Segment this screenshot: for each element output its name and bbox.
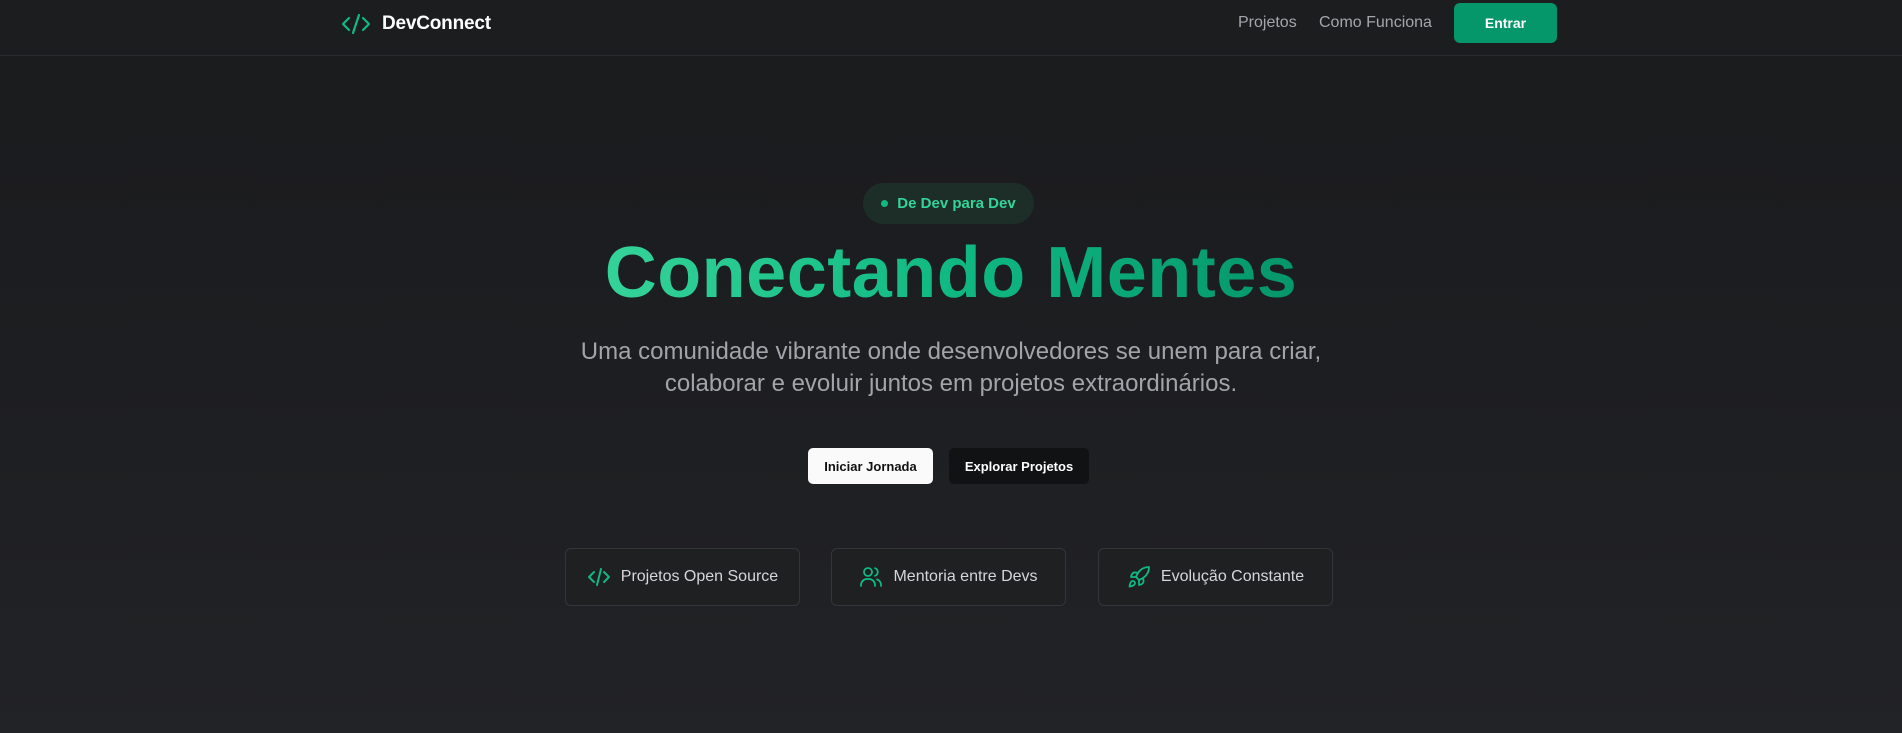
hero-subtitle-line-2: colaborar e evoluir juntos em projetos e… — [664, 370, 1238, 397]
start-journey-button[interactable]: Iniciar Jornada — [808, 448, 933, 484]
logo[interactable]: DevConnect — [340, 10, 491, 38]
status-dot-icon — [881, 200, 889, 207]
hero-subtitle: Uma comunidade vibrante onde desenvolved… — [551, 336, 1351, 400]
users-icon — [860, 567, 883, 587]
hero-title: Conectando Mentes — [0, 228, 1902, 318]
feature-card-evolucao: Evolução Constante — [1098, 548, 1333, 606]
rocket-icon — [1128, 566, 1150, 588]
hero-title-text: Conectando Mentes — [604, 233, 1298, 313]
hero-subtitle-line-1: Uma comunidade vibrante onde desenvolved… — [580, 338, 1322, 365]
feature-card-open-source: Projetos Open Source — [565, 548, 800, 606]
login-button[interactable]: Entrar — [1454, 3, 1557, 43]
code-icon — [341, 13, 371, 35]
badge-label: De Dev para Dev — [897, 195, 1016, 212]
hero-badge: De Dev para Dev — [863, 183, 1034, 224]
feature-label: Evolução Constante — [1160, 568, 1305, 585]
logo-text: DevConnect — [382, 13, 491, 34]
feature-label: Projetos Open Source — [620, 568, 779, 585]
top-navbar: DevConnect Projetos Como Funciona Entrar — [0, 0, 1902, 56]
code-icon — [587, 568, 610, 586]
feature-card-mentoria: Mentoria entre Devs — [831, 548, 1066, 606]
feature-label: Mentoria entre Devs — [893, 568, 1038, 585]
nav-link-projetos[interactable]: Projetos — [1238, 14, 1297, 32]
nav-link-como-funciona[interactable]: Como Funciona — [1319, 14, 1432, 32]
explore-projects-button[interactable]: Explorar Projetos — [949, 448, 1089, 484]
